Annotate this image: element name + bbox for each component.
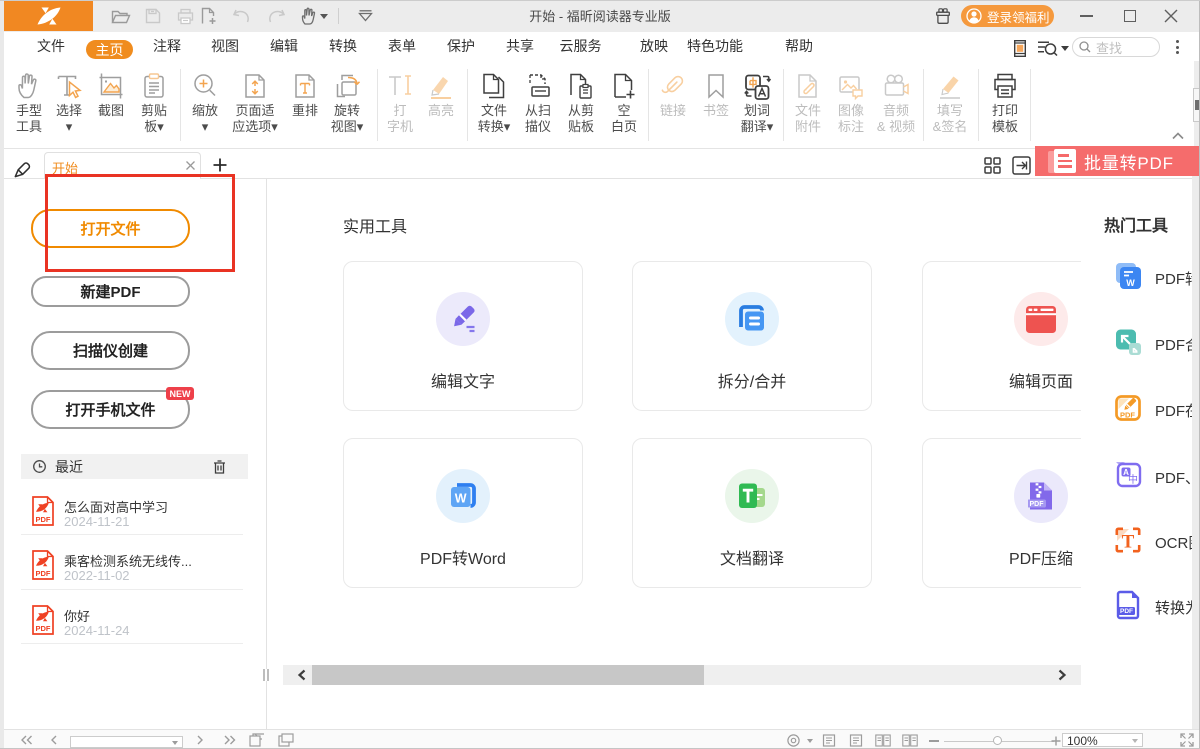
svg-text:中: 中 — [1128, 473, 1138, 486]
svg-text:PDF: PDF — [36, 515, 51, 524]
svg-text:PDF: PDF — [1120, 608, 1133, 615]
svg-text:T: T — [1122, 532, 1135, 553]
svg-text:W: W — [455, 492, 467, 506]
svg-text:PDF: PDF — [1120, 411, 1135, 420]
svg-text:W: W — [1126, 278, 1135, 288]
svg-text:PDF: PDF — [36, 624, 51, 633]
svg-text:PDF: PDF — [1030, 501, 1045, 508]
svg-text:PDF: PDF — [36, 569, 51, 578]
